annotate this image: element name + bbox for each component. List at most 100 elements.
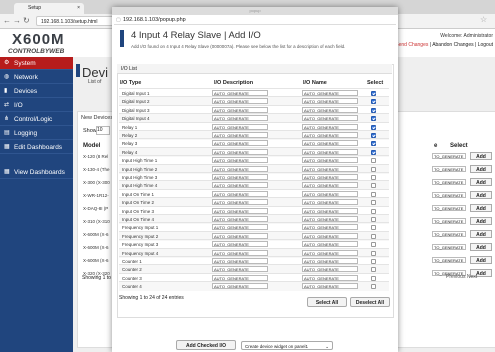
sidebar-item-network[interactable]: ◍ Network [0, 71, 73, 84]
sidebar-item-system[interactable]: ⚙ System [0, 57, 73, 70]
popup-titlebar[interactable]: popup [112, 7, 398, 15]
name-field[interactable]: TO_GENERATE [432, 231, 466, 237]
io-name-input[interactable]: AUTO_GENERATE [302, 249, 358, 256]
select-checkbox[interactable] [371, 133, 376, 138]
io-name-input[interactable]: AUTO_GENERATE [302, 174, 358, 180]
deselect-all-button[interactable]: Deselect All [350, 297, 390, 307]
abandon-changes-link[interactable]: Abandon Changes [432, 42, 473, 48]
select-checkbox[interactable] [371, 107, 376, 113]
sidebar-item-i-o[interactable]: ⇄ I/O [0, 99, 73, 112]
io-description-input[interactable]: AUTO_GENERATE [212, 140, 268, 147]
select-checkbox[interactable] [371, 124, 376, 130]
io-description-input[interactable]: AUTO_GENERATE [212, 274, 268, 281]
popup-address-bar[interactable]: ▢ 192.168.1.103/popup.php [114, 15, 396, 25]
send-changes-link[interactable]: Send Changes [395, 42, 428, 48]
io-name-input[interactable]: AUTO_GENERATE [302, 266, 358, 273]
address-bar[interactable]: 192.168.1.103/setup.html [36, 16, 116, 26]
io-description-input[interactable]: AUTO_GENERATE [212, 216, 268, 222]
io-description-input[interactable]: AUTO_GENERATE [212, 199, 268, 206]
select-checkbox[interactable] [371, 267, 376, 273]
select-checkbox[interactable] [371, 166, 376, 172]
io-name-input[interactable]: AUTO_GENERATE [302, 207, 358, 214]
io-description-input[interactable]: AUTO_GENERATE [212, 90, 268, 96]
io-name-input[interactable]: AUTO_GENERATE [302, 182, 358, 189]
add-checked-io-button[interactable]: Add Checked I/O [176, 340, 236, 350]
add-button[interactable]: Add [470, 152, 492, 160]
name-field[interactable]: TO_GENERATE [432, 244, 466, 250]
add-button[interactable]: Add [470, 178, 492, 186]
pagination[interactable]: Previous Next [446, 274, 477, 280]
add-button[interactable]: Add [470, 204, 492, 212]
logout-link[interactable]: Logout [478, 42, 493, 48]
select-checkbox[interactable] [371, 225, 376, 231]
reload-icon[interactable]: ↻ [23, 16, 30, 25]
io-description-input[interactable]: AUTO_GENERATE [212, 207, 268, 214]
select-checkbox[interactable] [371, 250, 376, 256]
bookmark-star-icon[interactable]: ☆ [480, 15, 487, 24]
name-field[interactable]: TO_GENERATE [432, 205, 466, 211]
io-name-input[interactable]: AUTO_GENERATE [302, 115, 358, 122]
io-name-input[interactable]: AUTO_GENERATE [302, 224, 358, 231]
select-checkbox[interactable] [371, 284, 376, 290]
name-field[interactable]: TO_GENERATE [432, 192, 466, 198]
io-name-input[interactable]: AUTO_GENERATE [302, 90, 358, 96]
add-button[interactable]: Add [470, 256, 492, 264]
io-description-input[interactable]: AUTO_GENERATE [212, 224, 268, 231]
io-description-input[interactable]: AUTO_GENERATE [212, 241, 268, 248]
io-description-input[interactable]: AUTO_GENERATE [212, 190, 268, 197]
io-name-input[interactable]: AUTO_GENERATE [302, 140, 358, 147]
name-field[interactable]: TO_GENERATE [432, 218, 466, 224]
name-field[interactable]: TO_GENERATE [432, 257, 466, 263]
io-name-input[interactable]: AUTO_GENERATE [302, 157, 358, 164]
select-checkbox[interactable] [371, 242, 376, 248]
select-checkbox[interactable] [371, 200, 376, 206]
select-checkbox[interactable] [371, 233, 376, 239]
select-checkbox[interactable] [371, 191, 376, 197]
back-icon[interactable]: ← [3, 16, 11, 25]
io-description-input[interactable]: AUTO_GENERATE [212, 182, 268, 189]
io-name-input[interactable]: AUTO_GENERATE [302, 148, 358, 155]
browser-tab[interactable]: Setup × [14, 3, 84, 14]
io-name-input[interactable]: AUTO_GENERATE [302, 132, 358, 138]
select-checkbox[interactable] [371, 158, 376, 164]
io-name-input[interactable]: AUTO_GENERATE [302, 232, 358, 239]
io-name-input[interactable]: AUTO_GENERATE [302, 274, 358, 281]
forward-icon[interactable]: → [13, 16, 21, 25]
io-description-input[interactable]: AUTO_GENERATE [212, 283, 268, 290]
io-description-input[interactable]: AUTO_GENERATE [212, 115, 268, 122]
name-field[interactable]: TO_GENERATE [432, 153, 466, 159]
io-description-input[interactable]: AUTO_GENERATE [212, 157, 268, 164]
add-button[interactable]: Add [470, 230, 492, 238]
io-description-input[interactable]: AUTO_GENERATE [212, 232, 268, 239]
name-field[interactable]: TO_GENERATE [432, 166, 466, 172]
io-description-input[interactable]: AUTO_GENERATE [212, 98, 268, 105]
sidebar-item-devices[interactable]: ▮ Devices [0, 85, 73, 98]
io-name-input[interactable]: AUTO_GENERATE [302, 106, 358, 113]
select-checkbox[interactable] [371, 208, 376, 214]
select-checkbox[interactable] [371, 217, 376, 222]
add-button[interactable]: Add [470, 191, 492, 199]
io-description-input[interactable]: AUTO_GENERATE [212, 249, 268, 256]
io-description-input[interactable]: AUTO_GENERATE [212, 174, 268, 180]
select-checkbox[interactable] [371, 183, 376, 189]
io-name-input[interactable]: AUTO_GENERATE [302, 241, 358, 248]
name-field[interactable]: TO_GENERATE [432, 179, 466, 185]
select-checkbox[interactable] [371, 91, 376, 96]
io-description-input[interactable]: AUTO_GENERATE [212, 258, 268, 264]
io-name-input[interactable]: AUTO_GENERATE [302, 165, 358, 172]
sidebar-item-control-logic[interactable]: ⋔ Control/Logic [0, 113, 73, 126]
io-name-input[interactable]: AUTO_GENERATE [302, 98, 358, 105]
widget-option-select[interactable]: Create device widget on panel1 ⌄ [241, 341, 333, 350]
io-name-input[interactable]: AUTO_GENERATE [302, 216, 358, 222]
sidebar-item-edit-dashboards[interactable]: ▦ Edit Dashboards [0, 141, 73, 154]
sidebar-item-logging[interactable]: ▤ Logging [0, 127, 73, 140]
select-checkbox[interactable] [371, 175, 376, 180]
io-description-input[interactable]: AUTO_GENERATE [212, 132, 268, 138]
io-description-input[interactable]: AUTO_GENERATE [212, 165, 268, 172]
show-entries-select[interactable]: 10 [96, 126, 110, 135]
select-checkbox[interactable] [371, 141, 376, 147]
select-checkbox[interactable] [371, 149, 376, 155]
io-name-input[interactable]: AUTO_GENERATE [302, 123, 358, 130]
add-button[interactable]: Add [470, 217, 492, 225]
io-description-input[interactable]: AUTO_GENERATE [212, 106, 268, 113]
